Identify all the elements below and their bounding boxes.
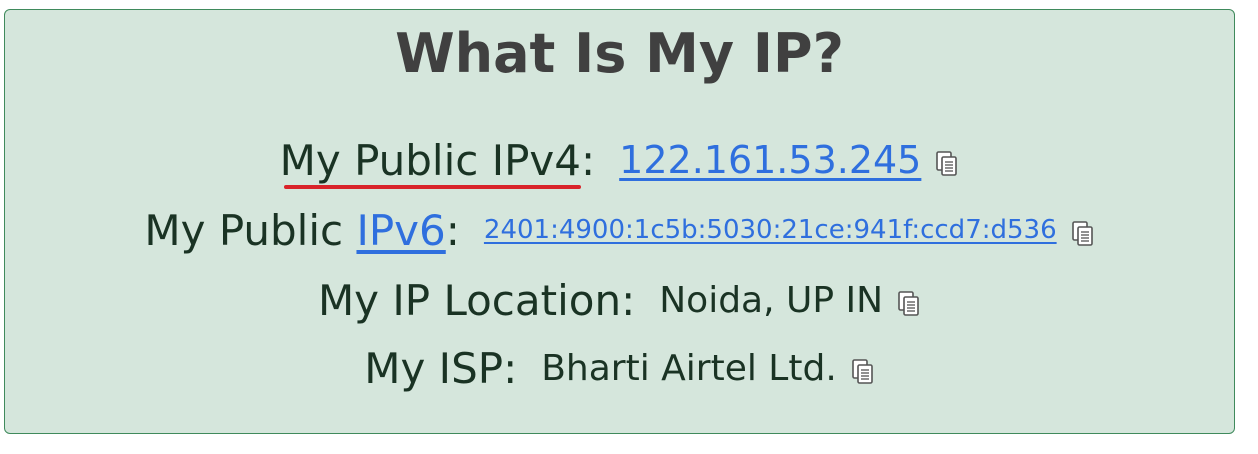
ipv4-colon: : [581, 135, 596, 185]
ipv6-colon: : [445, 205, 460, 255]
location-value: Noida, UP IN [659, 279, 884, 321]
copy-icon[interactable] [1071, 220, 1095, 248]
highlight-underline [283, 184, 582, 189]
copy-icon[interactable] [935, 150, 959, 178]
isp-label: My ISP [364, 343, 504, 393]
ipv6-label-prefix: My Public [144, 205, 357, 255]
ipv6-row: My Public IPv6 : 2401:4900:1c5b:5030:21c… [5, 200, 1234, 260]
ipv4-label: My Public IPv4 [279, 135, 582, 185]
ipv6-address-link[interactable]: 2401:4900:1c5b:5030:21ce:941f:ccd7:d536 [484, 215, 1057, 245]
copy-icon[interactable] [851, 358, 875, 386]
isp-colon: : [503, 343, 518, 393]
ip-info-panel: What Is My IP? My Public IPv4 : 122.161.… [4, 9, 1235, 434]
location-colon: : [621, 275, 636, 325]
ipv4-address-link[interactable]: 122.161.53.245 [619, 138, 921, 182]
isp-row: My ISP : Bharti Airtel Ltd. [5, 338, 1234, 398]
location-label: My IP Location [317, 275, 622, 325]
ipv4-row: My Public IPv4 : 122.161.53.245 [5, 130, 1234, 190]
copy-icon[interactable] [897, 290, 921, 318]
page-title: What Is My IP? [395, 22, 844, 85]
ipv4-label-wrap: My Public IPv4 [279, 135, 582, 189]
location-row: My IP Location : Noida, UP IN [5, 270, 1234, 330]
isp-value: Bharti Airtel Ltd. [541, 347, 837, 389]
ipv6-info-link[interactable]: IPv6 [356, 206, 445, 255]
